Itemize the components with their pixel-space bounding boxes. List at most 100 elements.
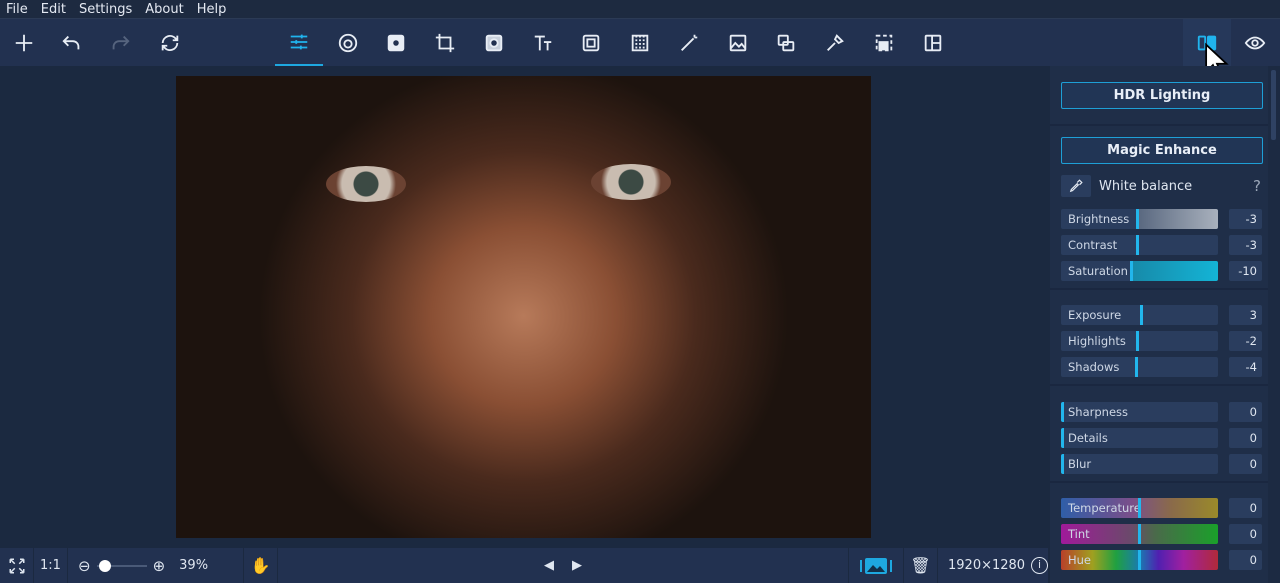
- zoom-in-icon[interactable]: ⊕: [153, 557, 166, 575]
- tool-frame[interactable]: [567, 19, 615, 66]
- new-button[interactable]: [0, 19, 48, 66]
- photo-eye-right: [591, 164, 671, 200]
- temperature-label: Temperature: [1068, 501, 1141, 515]
- delete-button[interactable]: 🗑: [904, 548, 938, 583]
- menu-edit[interactable]: Edit: [41, 2, 66, 17]
- temperature-value-input[interactable]: 0: [1229, 498, 1262, 518]
- white-balance-picker[interactable]: [1061, 175, 1091, 197]
- tool-select[interactable]: [860, 19, 908, 66]
- blur-slider[interactable]: Blur: [1061, 454, 1218, 474]
- tool-pin[interactable]: [811, 19, 859, 66]
- details-label: Details: [1068, 431, 1108, 445]
- tool-background[interactable]: [616, 19, 664, 66]
- rotate-button[interactable]: [146, 19, 194, 66]
- fit-screen-icon: [9, 558, 24, 573]
- saturation-slider-handle[interactable]: [1130, 261, 1133, 281]
- image-canvas[interactable]: [0, 66, 1048, 548]
- exposure-slider-handle[interactable]: [1140, 305, 1143, 325]
- trash-icon: 🗑: [910, 556, 931, 575]
- tint-value-input[interactable]: 0: [1229, 524, 1262, 544]
- zoom-out-icon[interactable]: ⊖: [78, 557, 91, 575]
- brightness-slider-handle[interactable]: [1136, 209, 1139, 229]
- brightness-slider[interactable]: Brightness: [1061, 209, 1218, 229]
- blur-slider-handle[interactable]: [1061, 454, 1064, 474]
- hand-icon: ✋: [250, 556, 271, 575]
- exposure-value-input[interactable]: 3: [1229, 305, 1262, 325]
- tool-filters[interactable]: [470, 19, 518, 66]
- magic-enhance-button[interactable]: Magic Enhance: [1061, 137, 1263, 164]
- blur-value-input[interactable]: 0: [1229, 454, 1262, 474]
- menu-about[interactable]: About: [145, 2, 183, 17]
- saturation-slider[interactable]: Saturation: [1061, 261, 1218, 281]
- zoom-percent: 39%: [179, 558, 209, 573]
- shadows-slider-handle[interactable]: [1135, 357, 1138, 377]
- hue-value-input[interactable]: 0: [1229, 550, 1262, 570]
- zoom-slider[interactable]: [96, 559, 147, 572]
- panel-scrollbar[interactable]: [1268, 66, 1280, 583]
- adjust-icon: [290, 34, 308, 49]
- tool-retouch[interactable]: [324, 19, 372, 66]
- navigation: ◀ ▶: [278, 558, 848, 573]
- gallery-button[interactable]: [848, 548, 904, 583]
- sharpness-label: Sharpness: [1068, 405, 1129, 419]
- brightness-label: Brightness: [1068, 212, 1130, 226]
- info-icon[interactable]: i: [1031, 557, 1048, 574]
- sharpness-slider-handle[interactable]: [1061, 402, 1064, 422]
- menu-bar: File Edit Settings About Help: [0, 0, 1280, 19]
- help-icon[interactable]: ?: [1253, 177, 1261, 195]
- previous-image-icon[interactable]: ◀: [544, 558, 554, 573]
- tool-crop[interactable]: [421, 19, 469, 66]
- redo-icon: [112, 35, 130, 49]
- hue-slider-handle[interactable]: [1138, 550, 1141, 570]
- saturation-value-input[interactable]: -10: [1229, 261, 1262, 281]
- menu-settings[interactable]: Settings: [79, 2, 132, 17]
- contrast-value-input[interactable]: -3: [1229, 235, 1262, 255]
- contrast-slider-handle[interactable]: [1136, 235, 1139, 255]
- temperature-slider-handle[interactable]: [1138, 498, 1141, 518]
- tool-text[interactable]: [519, 19, 567, 66]
- highlights-slider[interactable]: Highlights: [1061, 331, 1218, 351]
- highlights-slider-handle[interactable]: [1136, 331, 1139, 351]
- scrollbar-thumb[interactable]: [1271, 70, 1276, 140]
- tool-adjust[interactable]: [275, 19, 323, 66]
- next-image-icon[interactable]: ▶: [572, 558, 582, 573]
- blur-label: Blur: [1068, 457, 1092, 471]
- tool-effects[interactable]: [372, 19, 420, 66]
- highlights-value-input[interactable]: -2: [1229, 331, 1262, 351]
- details-slider[interactable]: Details: [1061, 428, 1218, 448]
- retouch-icon: [338, 33, 358, 52]
- tool-image[interactable]: [714, 19, 762, 66]
- menu-file[interactable]: File: [6, 2, 28, 17]
- tint-slider-handle[interactable]: [1138, 524, 1141, 544]
- shadows-value-input[interactable]: -4: [1229, 357, 1262, 377]
- undo-button[interactable]: [48, 19, 96, 66]
- fit-screen-button[interactable]: [0, 548, 34, 583]
- pan-hand-button[interactable]: ✋: [244, 548, 278, 583]
- pin-icon: [827, 33, 844, 51]
- tool-magic-wand[interactable]: [665, 19, 713, 66]
- brightness-value-input[interactable]: -3: [1229, 209, 1262, 229]
- shadows-slider[interactable]: Shadows: [1061, 357, 1218, 377]
- hdr-lighting-button[interactable]: HDR Lighting: [1061, 82, 1263, 109]
- tool-overlay[interactable]: [762, 19, 810, 66]
- sharpness-value-input[interactable]: 0: [1229, 402, 1262, 422]
- exposure-slider[interactable]: Exposure: [1061, 305, 1218, 325]
- hue-slider[interactable]: Hue: [1061, 550, 1218, 570]
- contrast-slider[interactable]: Contrast: [1061, 235, 1218, 255]
- tint-slider[interactable]: Tint: [1061, 524, 1218, 544]
- details-slider-handle[interactable]: [1061, 428, 1064, 448]
- tool-collage[interactable]: [909, 19, 957, 66]
- filters-icon: [485, 34, 503, 51]
- text-icon: [534, 35, 552, 50]
- actual-size-button[interactable]: 1:1: [34, 548, 68, 583]
- preview-button[interactable]: [1231, 19, 1279, 66]
- saturation-label: Saturation: [1068, 264, 1128, 278]
- temperature-slider[interactable]: Temperature: [1061, 498, 1218, 518]
- zoom-slider-knob[interactable]: [98, 559, 111, 572]
- hue-label: Hue: [1068, 553, 1092, 567]
- menu-help[interactable]: Help: [197, 2, 227, 17]
- redo-button[interactable]: [96, 19, 144, 66]
- white-balance-label: White balance: [1099, 179, 1193, 194]
- details-value-input[interactable]: 0: [1229, 428, 1262, 448]
- sharpness-slider[interactable]: Sharpness: [1061, 402, 1218, 422]
